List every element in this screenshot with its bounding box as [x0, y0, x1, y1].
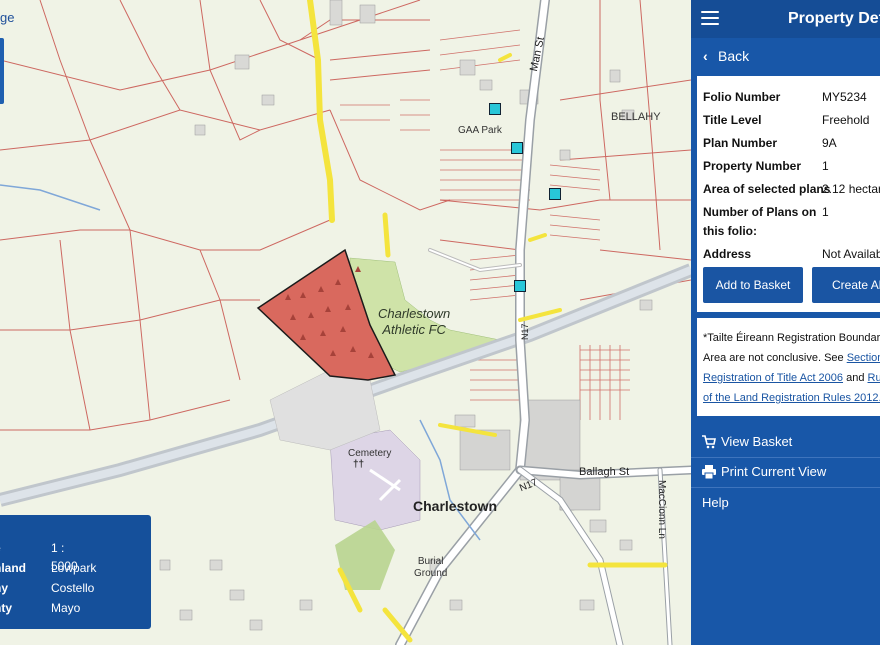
note-line2: Area are not conclusive. See Section 62 [703, 348, 880, 368]
field-key: Address [703, 247, 752, 261]
map-marker[interactable] [511, 142, 523, 154]
lane-label: MacCionn Ln [656, 480, 667, 539]
note-line1: *Tailte Éireann Registration Boundaries … [703, 332, 880, 344]
chevron-left-icon: ‹ [703, 48, 708, 64]
field-key: this folio: [703, 224, 757, 238]
back-button[interactable]: ‹ Back [691, 41, 880, 71]
town-label: Charlestown [413, 498, 498, 514]
note-line4: of the Land Registration Rules 2012. [703, 388, 880, 408]
field-key: Property Number [703, 159, 802, 173]
info-key: nland [0, 561, 26, 575]
n17-north-label: N17 [520, 323, 530, 340]
registration-act-link[interactable]: Registration of Title Act 2006 [703, 372, 843, 384]
field-key: Folio Number [703, 90, 781, 104]
field-value: 9A [822, 136, 837, 150]
field-key: Plan Number [703, 136, 778, 150]
gaa-park-label: GAA Park [458, 125, 502, 136]
info-value: Mayo [51, 601, 81, 615]
help-menu-item[interactable]: Help [691, 488, 880, 518]
panel-header: Property Det [691, 0, 880, 38]
create-alert-button[interactable]: Create Ale [812, 267, 880, 303]
add-to-basket-button[interactable]: Add to Basket [703, 267, 803, 303]
ballagh-st-label: Ballagh St [579, 466, 630, 478]
map-view[interactable]: Charlestown Athletic FC Charlestown GAA … [0, 0, 691, 645]
field-key: Area of selected plans [703, 182, 831, 196]
field-key: Number of Plans on [703, 205, 817, 219]
cemetery-label: Cemetery [348, 448, 392, 459]
map-marker[interactable] [549, 188, 561, 200]
left-partial-link[interactable]: ge [0, 10, 14, 25]
note-line2-text: Area are not conclusive. See [703, 352, 847, 364]
athletic-label-line2: Athletic FC [382, 322, 446, 337]
info-key: e [0, 539, 1, 557]
land-registration-rules-link[interactable]: of the Land Registration Rules 2012. [703, 392, 880, 404]
map-marker[interactable] [514, 280, 526, 292]
info-key: nty [0, 601, 12, 615]
field-value: Not Availabl [822, 247, 880, 261]
location-info-box: e 1 : 5000 nland Lowpark ny Costello nty… [0, 515, 151, 629]
view-basket-menu-item[interactable]: View Basket [691, 427, 880, 457]
help-label: Help [702, 495, 729, 510]
field-value: 1 [822, 205, 829, 219]
burial-label-line1: Burial [417, 556, 444, 567]
property-details-panel: Property Det ‹ Back Folio Number MY5234 … [691, 0, 880, 645]
left-collapsed-tab[interactable] [0, 38, 4, 104]
info-key: ny [0, 581, 9, 595]
panel-title: Property Det [788, 10, 880, 27]
info-value: Lowpark [51, 561, 97, 575]
section-62-link[interactable]: Section 62 [847, 352, 880, 364]
rules-link[interactable]: Rule [868, 372, 880, 384]
field-value: 2.12 hectare [822, 182, 880, 196]
burial-label-line2: Ground [414, 568, 448, 579]
print-view-label: Print Current View [721, 464, 827, 479]
note-line3-text: and [843, 372, 868, 384]
burial-ground-label: Burial Ground [414, 556, 447, 580]
cemetery-cross-icon: †† [353, 459, 365, 470]
athletic-label-line1: Charlestown [378, 306, 451, 321]
printer-icon [702, 465, 716, 479]
view-basket-label: View Basket [721, 434, 793, 449]
map-marker[interactable] [489, 103, 501, 115]
field-value: Freehold [822, 113, 870, 127]
field-value: MY5234 [822, 90, 867, 104]
field-key: Title Level [703, 113, 762, 127]
print-view-menu-item[interactable]: Print Current View [691, 457, 880, 487]
bellahy-label: BELLAHY [611, 111, 661, 123]
disclaimer-note: *Tailte Éireann Registration Boundaries … [697, 318, 880, 416]
hamburger-menu-icon[interactable] [701, 11, 719, 25]
cart-icon [702, 435, 716, 449]
field-value: 1 [822, 159, 829, 173]
info-value: Costello [51, 581, 95, 595]
athletic-fc-label: Charlestown Athletic FC [378, 306, 450, 338]
back-label: Back [718, 48, 750, 64]
note-line3: Registration of Title Act 2006 and Rule [703, 368, 880, 388]
